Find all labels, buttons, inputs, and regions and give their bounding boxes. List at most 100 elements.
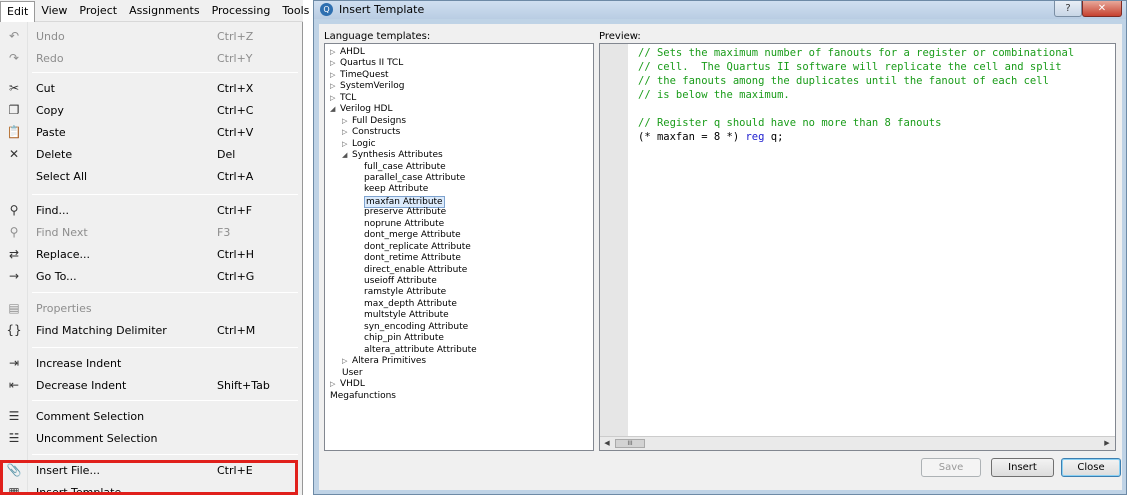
menu-item-select-all[interactable]: Select All Ctrl+A <box>0 165 300 187</box>
collapse-icon[interactable]: ◢ <box>330 104 340 115</box>
menu-item-find[interactable]: ⚲ Find... Ctrl+F <box>0 199 300 221</box>
tree-item-constructs[interactable]: ▷ Constructs <box>342 127 400 138</box>
tree-item-label: chip_pin Attribute <box>364 333 444 344</box>
tree-item-label: dont_replicate Attribute <box>364 241 471 252</box>
collapse-icon[interactable]: ◢ <box>342 150 352 161</box>
menu-item-paste[interactable]: 📋 Paste Ctrl+V <box>0 121 300 143</box>
code-line: // is below the maximum. <box>638 88 1074 102</box>
menu-item-redo[interactable]: ↷ Redo Ctrl+Y <box>0 47 300 69</box>
expand-icon[interactable]: ▷ <box>342 139 352 150</box>
tree-item-full-case-attribute[interactable]: full_case Attribute <box>364 162 446 173</box>
menu-item-find-matching-delimiter[interactable]: {} Find Matching Delimiter Ctrl+M <box>0 319 300 341</box>
menu-item-properties[interactable]: ▤ Properties <box>0 297 300 319</box>
code-text: (* maxfan = 8 *) <box>638 131 746 143</box>
horizontal-scrollbar[interactable]: ◀ III ▶ <box>600 436 1115 450</box>
tree-item-noprune-attribute[interactable]: noprune Attribute <box>364 219 444 230</box>
expand-icon[interactable]: ▷ <box>330 379 340 390</box>
scroll-left-icon[interactable]: ◀ <box>601 438 613 449</box>
save-button[interactable]: Save <box>921 458 981 477</box>
redo-icon: ↷ <box>8 51 20 65</box>
tree-item-logic[interactable]: ▷ Logic <box>342 139 376 150</box>
scroll-right-icon[interactable]: ▶ <box>1101 438 1113 449</box>
menu-item-label: Find Matching Delimiter <box>36 323 167 337</box>
menu-item-cut[interactable]: ✂ Cut Ctrl+X <box>0 77 300 99</box>
menu-item-go-to[interactable]: → Go To... Ctrl+G <box>0 265 300 287</box>
menu-item-increase-indent[interactable]: ⇥ Increase Indent <box>0 352 300 374</box>
tree-item-parallel-case-attribute[interactable]: parallel_case Attribute <box>364 173 465 184</box>
menu-item-replace[interactable]: ⇄ Replace... Ctrl+H <box>0 243 300 265</box>
menu-item-label: Paste <box>36 125 66 139</box>
tree-item-keep-attribute[interactable]: keep Attribute <box>364 184 428 195</box>
tree-item-altera-attribute-attribute[interactable]: altera_attribute Attribute <box>364 345 477 356</box>
tree-item-chip-pin-attribute[interactable]: chip_pin Attribute <box>364 333 444 344</box>
tree-item-max-depth-attribute[interactable]: max_depth Attribute <box>364 299 457 310</box>
tree-item-tcl[interactable]: ▷ TCL <box>330 93 356 104</box>
undo-icon: ↶ <box>8 29 20 43</box>
tree-item-timequest[interactable]: ▷ TimeQuest <box>330 70 389 81</box>
expand-icon[interactable]: ▷ <box>330 58 340 69</box>
expand-icon[interactable]: ▷ <box>330 81 340 92</box>
scroll-thumb[interactable]: III <box>615 439 645 448</box>
menu-item-comment-selection[interactable]: ☰ Comment Selection <box>0 405 300 427</box>
expand-icon[interactable]: ▷ <box>342 127 352 138</box>
tree-item-full-designs[interactable]: ▷ Full Designs <box>342 116 406 127</box>
tree-item-user[interactable]: User <box>342 368 363 379</box>
expand-icon[interactable]: ▷ <box>330 70 340 81</box>
tree-item-label: SystemVerilog <box>340 81 405 92</box>
tree-item-direct-enable-attribute[interactable]: direct_enable Attribute <box>364 265 467 276</box>
menu-item-shortcut: Ctrl+Z <box>217 29 254 43</box>
close-icon[interactable]: ✕ <box>1082 1 1122 17</box>
language-templates-tree[interactable]: ▷ AHDL ▷ Quartus II TCL ▷ TimeQuest ▷ SystemVer… <box>324 43 594 451</box>
menubar-assignments[interactable]: Assignments <box>123 1 206 21</box>
menu-item-find-next[interactable]: ⚲ Find Next F3 <box>0 221 300 243</box>
tree-item-label: keep Attribute <box>364 184 429 195</box>
expand-icon[interactable]: ▷ <box>342 356 352 367</box>
menubar-processing[interactable]: Processing <box>206 1 277 21</box>
language-templates-label: Language templates: <box>324 31 431 42</box>
tree-item-label: preserve Attribute <box>364 207 447 218</box>
expand-icon[interactable]: ▷ <box>342 116 352 127</box>
tree-item-syn-encoding-attribute[interactable]: syn_encoding Attribute <box>364 322 468 333</box>
tree-item-useioff-attribute[interactable]: useioff Attribute <box>364 276 437 287</box>
tree-item-multstyle-attribute[interactable]: multstyle Attribute <box>364 310 449 321</box>
menu-item-uncomment-selection[interactable]: ☱ Uncomment Selection <box>0 427 300 449</box>
app-icon: Q <box>320 3 333 16</box>
expand-icon[interactable]: ▷ <box>330 93 340 104</box>
tree-item-ahdl[interactable]: ▷ AHDL <box>330 47 365 58</box>
tree-item-systemverilog[interactable]: ▷ SystemVerilog <box>330 81 404 92</box>
expand-icon[interactable]: ▷ <box>330 47 340 58</box>
tree-item-preserve-attribute[interactable]: preserve Attribute <box>364 207 446 218</box>
tree-item-quartus-ii-tcl[interactable]: ▷ Quartus II TCL <box>330 58 403 69</box>
tree-item-verilog-hdl[interactable]: ◢ Verilog HDL <box>330 104 393 115</box>
menubar-edit[interactable]: Edit <box>0 0 36 22</box>
close-button[interactable]: Close <box>1061 458 1121 477</box>
menubar-project[interactable]: Project <box>73 1 123 21</box>
tree-item-dont-retime-attribute[interactable]: dont_retime Attribute <box>364 253 461 264</box>
menu-item-label: Comment Selection <box>36 409 145 423</box>
tree-item-ramstyle-attribute[interactable]: ramstyle Attribute <box>364 287 446 298</box>
comment-icon: ☰ <box>8 409 20 423</box>
tree-item-vhdl[interactable]: ▷ VHDL <box>330 379 365 390</box>
dialog-client: Language templates: Preview: ▷ AHDL ▷ Quart… <box>319 24 1122 490</box>
insert-button[interactable]: Insert <box>991 458 1054 477</box>
menu-item-undo[interactable]: ↶ Undo Ctrl+Z <box>0 25 300 47</box>
tree-item-megafunctions[interactable]: Megafunctions <box>330 391 396 402</box>
tree-item-maxfan-attribute[interactable]: maxfan Attribute <box>364 195 445 208</box>
preview-pane: // Sets the maximum number of fanouts fo… <box>599 43 1116 451</box>
menu-item-copy[interactable]: ❐ Copy Ctrl+C <box>0 99 300 121</box>
tree-item-synthesis-attributes[interactable]: ◢ Synthesis Attributes <box>342 150 443 161</box>
tree-item-dont-merge-attribute[interactable]: dont_merge Attribute <box>364 230 461 241</box>
tree-item-altera-primitives[interactable]: ▷ Altera Primitives <box>342 356 426 367</box>
tree-item-dont-replicate-attribute[interactable]: dont_replicate Attribute <box>364 242 471 253</box>
menu-separator <box>32 347 298 348</box>
help-icon[interactable]: ? <box>1054 1 1082 17</box>
tree-item-label: User <box>342 367 363 378</box>
menu-item-shortcut: Ctrl+C <box>217 103 254 117</box>
menubar-tools[interactable]: Tools <box>276 1 315 21</box>
paste-icon: 📋 <box>6 125 22 139</box>
menu-item-delete[interactable]: ✕ Delete Del <box>0 143 300 165</box>
tree-item-label: multstyle Attribute <box>364 310 449 321</box>
menu-item-decrease-indent[interactable]: ⇤ Decrease Indent Shift+Tab <box>0 374 300 396</box>
menu-item-label: Find... <box>36 203 70 217</box>
menubar-view[interactable]: View <box>35 1 73 21</box>
